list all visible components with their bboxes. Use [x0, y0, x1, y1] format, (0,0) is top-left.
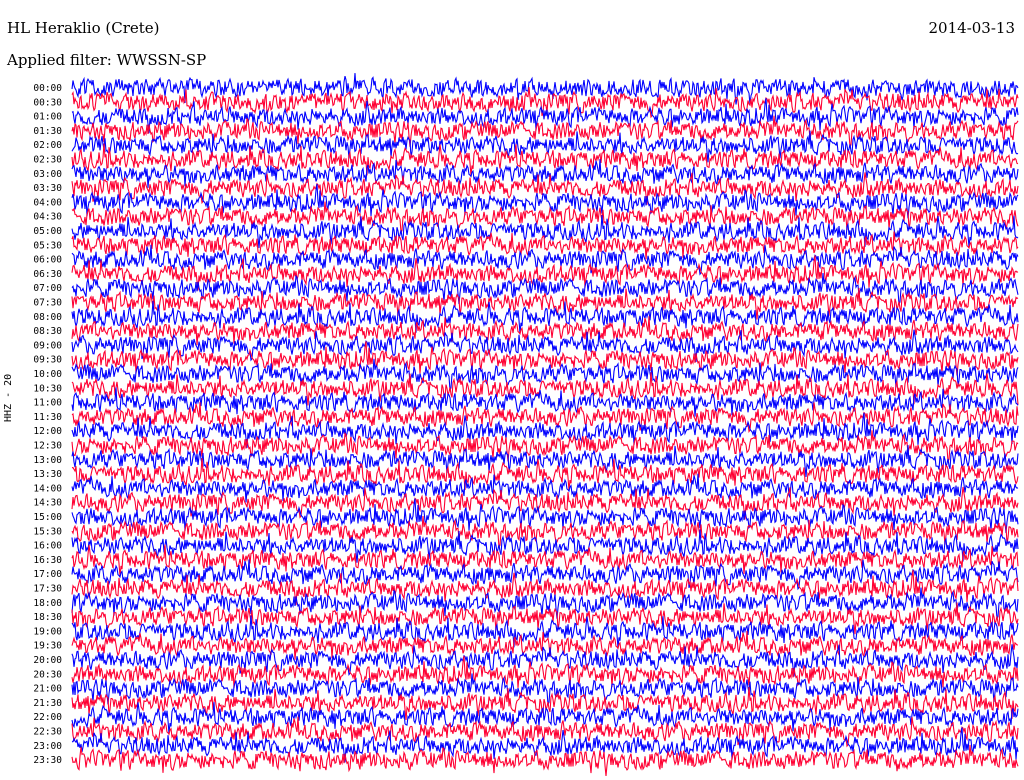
- row-label-1330: 13:30: [33, 469, 62, 480]
- row-label-0530: 05:30: [33, 240, 62, 251]
- row-label-0230: 02:30: [33, 155, 62, 166]
- row-label-0000: 00:00: [33, 83, 62, 94]
- trace-row-2330: [71, 744, 1019, 777]
- row-label-0400: 04:00: [33, 197, 62, 208]
- row-label-1700: 17:00: [33, 569, 62, 580]
- row-label-0730: 07:30: [33, 298, 62, 309]
- row-label-1930: 19:30: [33, 641, 62, 652]
- row-label-1430: 14:30: [33, 498, 62, 509]
- row-label-1230: 12:30: [33, 441, 62, 452]
- row-label-1630: 16:30: [33, 555, 62, 566]
- row-label-0130: 01:30: [33, 126, 62, 137]
- row-label-1130: 11:30: [33, 412, 62, 423]
- row-label-0800: 08:00: [33, 312, 62, 323]
- row-label-2230: 22:30: [33, 727, 62, 738]
- row-label-2100: 21:00: [33, 684, 62, 695]
- row-label-2000: 20:00: [33, 655, 62, 666]
- helicorder-chart: 00:00 00:30 01:00 01:30 02:00 02:30 03:00 03:30…: [33, 73, 1019, 777]
- row-label-2030: 20:30: [33, 669, 62, 680]
- row-label-0100: 01:00: [33, 112, 62, 123]
- row-label-2200: 22:00: [33, 712, 62, 723]
- seismic-traces: [71, 73, 1019, 777]
- trace-row-0300: [71, 158, 1019, 188]
- row-label-2130: 21:30: [33, 698, 62, 709]
- row-label-2300: 23:00: [33, 741, 62, 752]
- row-label-1800: 18:00: [33, 598, 62, 609]
- row-label-1530: 15:30: [33, 526, 62, 537]
- trace-row-1130: [71, 402, 1019, 433]
- row-label-0330: 03:30: [33, 183, 62, 194]
- row-label-1200: 12:00: [33, 426, 62, 437]
- row-label-1730: 17:30: [33, 584, 62, 595]
- row-time-labels: 00:00 00:30 01:00 01:30 02:00 02:30 03:00 03:30…: [33, 83, 62, 766]
- trace-row-1430: [71, 486, 1019, 520]
- row-label-1100: 11:00: [33, 398, 62, 409]
- row-label-0630: 06:30: [33, 269, 62, 280]
- row-label-0200: 02:00: [33, 140, 62, 151]
- row-label-0900: 09:00: [33, 340, 62, 351]
- row-label-1300: 13:00: [33, 455, 62, 466]
- row-label-1000: 10:00: [33, 369, 62, 380]
- row-label-1830: 18:30: [33, 612, 62, 623]
- row-label-0830: 08:30: [33, 326, 62, 337]
- row-label-0600: 06:00: [33, 255, 62, 266]
- row-label-1900: 19:00: [33, 626, 62, 637]
- row-label-0700: 07:00: [33, 283, 62, 294]
- row-label-1030: 10:30: [33, 383, 62, 394]
- row-label-0030: 00:30: [33, 97, 62, 108]
- row-label-1400: 14:00: [33, 483, 62, 494]
- row-label-2330: 23:30: [33, 755, 62, 766]
- row-label-0930: 09:30: [33, 355, 62, 366]
- row-label-0430: 04:30: [33, 212, 62, 223]
- row-label-1500: 15:00: [33, 512, 62, 523]
- row-label-1600: 16:00: [33, 541, 62, 552]
- row-label-0500: 05:00: [33, 226, 62, 237]
- row-label-0300: 03:00: [33, 169, 62, 180]
